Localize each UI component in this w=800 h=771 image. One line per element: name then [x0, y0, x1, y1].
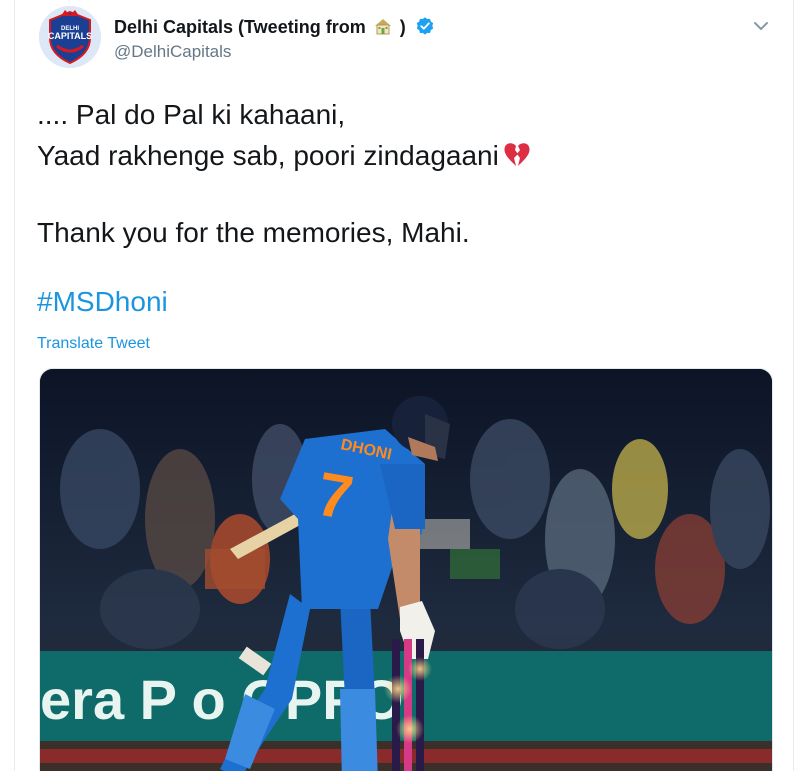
tweet-line-3: Thank you for the memories, Mahi. — [37, 217, 470, 248]
tweet-line-2-text: Yaad rakhenge sab, poori zindagaani — [37, 140, 499, 171]
tweet-header: DELHI CAPITALS Delhi Capitals (Tweeting … — [15, 0, 793, 80]
tweet-line-2: Yaad rakhenge sab, poori zindagaani — [37, 135, 777, 176]
broken-heart-icon — [504, 143, 530, 166]
tweet-card: DELHI CAPITALS Delhi Capitals (Tweeting … — [14, 0, 794, 771]
verified-badge-icon — [416, 17, 433, 35]
chevron-down-icon[interactable] — [751, 16, 771, 36]
display-name-suffix: ) — [399, 17, 406, 37]
house-icon — [374, 19, 391, 35]
tweet-line-gap — [37, 176, 777, 212]
translate-tweet-link[interactable]: Translate Tweet — [37, 335, 150, 353]
tweet-media-photo[interactable]: era P o OPPO DHONI 7 — [39, 368, 773, 771]
tweet-text: .... Pal do Pal ki kahaani, Yaad rakheng… — [37, 94, 777, 253]
avatar[interactable]: DELHI CAPITALS — [39, 6, 101, 68]
account-handle[interactable]: @DelhiCapitals — [114, 42, 231, 62]
display-name-text: Delhi Capitals (Tweeting from — [114, 17, 366, 37]
hashtag-link[interactable]: #MSDhoni — [37, 286, 168, 318]
avatar-text-main: CAPITALS — [48, 31, 92, 41]
tweet-line-1: .... Pal do Pal ki kahaani, — [37, 99, 346, 130]
display-name[interactable]: Delhi Capitals (Tweeting from ) — [114, 16, 435, 38]
